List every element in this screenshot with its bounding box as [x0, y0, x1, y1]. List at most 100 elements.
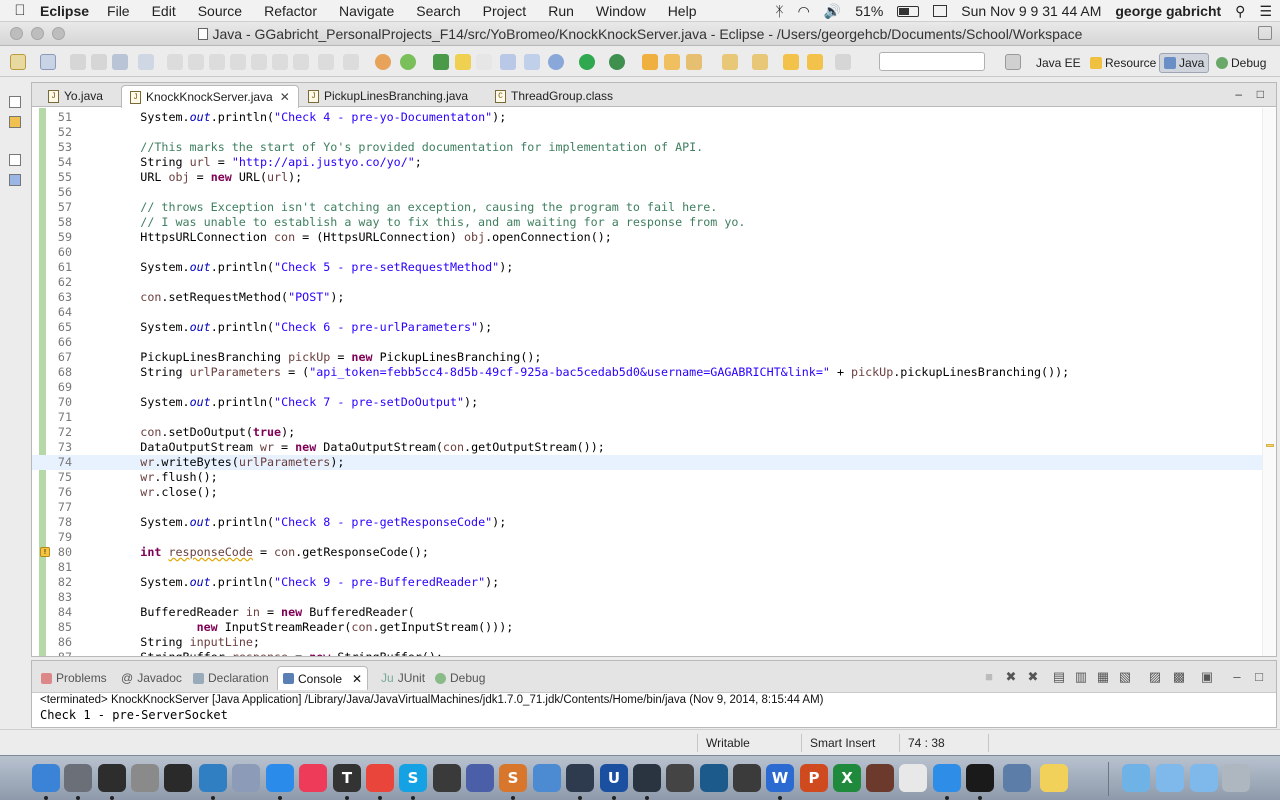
apple-menu-icon[interactable]: 	[0, 2, 40, 19]
show-console-on-output-icon[interactable]: ▧	[1118, 670, 1132, 684]
code-line[interactable]: 82 System.out.println("Check 9 - pre-Buf…	[32, 575, 1262, 590]
menu-project[interactable]: Project	[483, 3, 527, 19]
code-line[interactable]: 65 System.out.println("Check 6 - pre-url…	[32, 320, 1262, 335]
code-text[interactable]: //This marks the start of Yo's provided …	[84, 140, 703, 155]
gpu-icon[interactable]	[666, 764, 694, 792]
code-line[interactable]: 79	[32, 530, 1262, 545]
typora-icon[interactable]: T	[333, 764, 361, 792]
excel-icon[interactable]: X	[833, 764, 861, 792]
run-icon[interactable]	[579, 54, 595, 70]
pen-icon[interactable]	[686, 54, 702, 70]
sequel-icon[interactable]	[566, 764, 594, 792]
volume-icon[interactable]: 🔊	[824, 3, 841, 20]
new-icon[interactable]	[10, 54, 26, 70]
preview-icon[interactable]	[1003, 764, 1031, 792]
steam-icon[interactable]	[633, 764, 661, 792]
code-line[interactable]: 77	[32, 500, 1262, 515]
code-line[interactable]: 67 PickupLinesBranching pickUp = new Pic…	[32, 350, 1262, 365]
code-line[interactable]: 61 System.out.println("Check 5 - pre-set…	[32, 260, 1262, 275]
open-perspective-icon[interactable]	[1005, 54, 1021, 70]
tab-yo-java[interactable]: J Yo.java	[40, 85, 111, 107]
word-icon[interactable]: W	[766, 764, 794, 792]
terminate-icon[interactable]: ■	[982, 670, 996, 684]
remove-all-terminated-icon[interactable]: ✖	[1026, 670, 1040, 684]
open-task-icon[interactable]	[455, 54, 471, 70]
code-line[interactable]: 66	[32, 335, 1262, 350]
netbeans-icon[interactable]	[700, 764, 728, 792]
code-text[interactable]: new InputStreamReader(con.getInputStream…	[84, 620, 514, 635]
code-text[interactable]: System.out.println("Check 7 - pre-setDoO…	[84, 395, 478, 410]
external-tools-icon[interactable]	[609, 54, 625, 70]
battery-icon[interactable]	[897, 5, 920, 17]
app-store-icon[interactable]	[266, 764, 294, 792]
code-text[interactable]: System.out.println("Check 6 - pre-urlPar…	[84, 320, 492, 335]
code-line[interactable]: 56	[32, 185, 1262, 200]
toggle-mark-occurrences-icon[interactable]	[500, 54, 516, 70]
notification-center-icon[interactable]: ☰	[1259, 3, 1272, 20]
folder-icon[interactable]	[664, 54, 680, 70]
editor-maximize-icon[interactable]: □	[1257, 87, 1264, 101]
tab-debug[interactable]: Debug	[430, 668, 490, 688]
perspective-java[interactable]: Java	[1159, 53, 1210, 73]
code-text[interactable]: String url = "http://api.justyo.co/yo/";	[84, 155, 422, 170]
code-line[interactable]: 83	[32, 590, 1262, 605]
back-icon[interactable]	[807, 54, 823, 70]
hdhomerun-icon[interactable]	[433, 764, 461, 792]
code-line[interactable]: 86 String inputLine;	[32, 635, 1262, 650]
terminal-icon[interactable]	[966, 764, 994, 792]
step-over-icon[interactable]	[272, 54, 288, 70]
applications-folder-icon[interactable]	[1122, 764, 1150, 792]
code-line[interactable]: 51 System.out.println("Check 4 - pre-yo-…	[32, 110, 1262, 125]
code-text[interactable]: System.out.println("Check 9 - pre-Buffer…	[84, 575, 499, 590]
terminate-icon[interactable]	[209, 54, 225, 70]
restore-outline-icon[interactable]	[9, 154, 21, 166]
code-line[interactable]: 85 new InputStreamReader(con.getInputStr…	[32, 620, 1262, 635]
menu-help[interactable]: Help	[668, 3, 697, 19]
sublime-icon[interactable]: S	[499, 764, 527, 792]
code-text[interactable]: String inputLine;	[84, 635, 260, 650]
chrome-icon[interactable]	[366, 764, 394, 792]
editor-minimize-icon[interactable]: –	[1235, 87, 1242, 101]
notes-icon[interactable]	[1040, 764, 1068, 792]
menu-file[interactable]: File	[107, 3, 130, 19]
open-console-icon[interactable]: ▣	[1200, 670, 1214, 684]
console-output[interactable]: Check 1 - pre-ServerSocket	[40, 708, 228, 722]
code-line[interactable]: 63 con.setRequestMethod("POST");	[32, 290, 1262, 305]
code-line[interactable]: 62	[32, 275, 1262, 290]
code-line[interactable]: 84 BufferedReader in = new BufferedReade…	[32, 605, 1262, 620]
menu-edit[interactable]: Edit	[152, 3, 176, 19]
safari-icon[interactable]	[933, 764, 961, 792]
perspective-java-ee[interactable]: Java EE	[1032, 53, 1085, 73]
downloads-folder-icon[interactable]	[1190, 764, 1218, 792]
tab-problems[interactable]: Problems	[36, 668, 112, 688]
battery-percent[interactable]: 51%	[855, 3, 883, 19]
code-line[interactable]: 70 System.out.println("Check 7 - pre-set…	[32, 395, 1262, 410]
code-text[interactable]: BufferedReader in = new BufferedReader(	[84, 605, 414, 620]
textedit-icon[interactable]	[899, 764, 927, 792]
code-text[interactable]: // throws Exception isn't catching an ex…	[84, 200, 717, 215]
tab-declaration[interactable]: Declaration	[188, 668, 274, 688]
code-line[interactable]: 78 System.out.println("Check 8 - pre-get…	[32, 515, 1262, 530]
step-into-icon[interactable]	[251, 54, 267, 70]
code-line[interactable]: 53 //This marks the start of Yo's provid…	[32, 140, 1262, 155]
code-text[interactable]: // I was unable to establish a way to fi…	[84, 215, 745, 230]
new-package-icon[interactable]	[400, 54, 416, 70]
menu-search[interactable]: Search	[416, 3, 460, 19]
tab-close-icon[interactable]: ✕	[280, 90, 290, 104]
user-name[interactable]: george gabricht	[1115, 3, 1221, 19]
previous-annotation-icon[interactable]	[752, 54, 768, 70]
code-line[interactable]: 81	[32, 560, 1262, 575]
restore-view-icon[interactable]	[9, 96, 21, 108]
trash-icon[interactable]	[1222, 764, 1250, 792]
resume-icon[interactable]	[167, 54, 183, 70]
obs-icon[interactable]	[733, 764, 761, 792]
code-text[interactable]: PickupLinesBranching pickUp = new Pickup…	[84, 350, 541, 365]
code-text[interactable]: HttpsURLConnection con = (HttpsURLConnec…	[84, 230, 612, 245]
code-text[interactable]: System.out.println("Check 8 - pre-getRes…	[84, 515, 506, 530]
code-line[interactable]: 75 wr.flush();	[32, 470, 1262, 485]
code-line[interactable]: 69	[32, 380, 1262, 395]
quick-access-input[interactable]	[879, 52, 985, 71]
wifi-icon[interactable]: ◠	[798, 3, 810, 20]
tab-knockknockserver-java[interactable]: J KnockKnockServer.java ✕	[121, 85, 299, 108]
code-text[interactable]: wr.flush();	[84, 470, 217, 485]
